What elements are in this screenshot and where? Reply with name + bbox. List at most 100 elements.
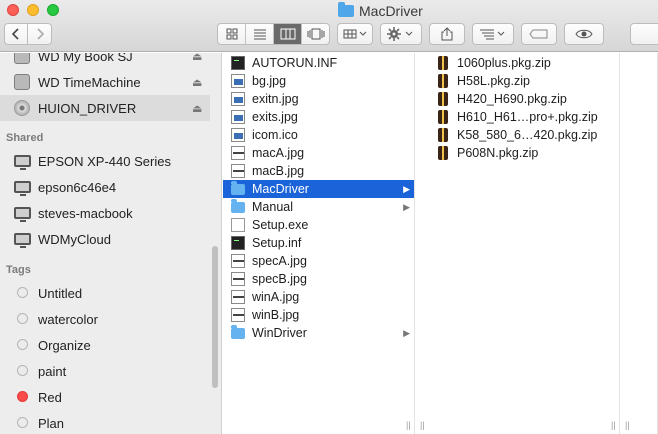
eject-icon[interactable]: ⏏ — [192, 102, 202, 115]
zip-archive-icon — [438, 110, 448, 124]
sidebar-item-wd-my-book[interactable]: WD My Book SJ ⏏ — [0, 53, 210, 69]
edit-tags-button[interactable] — [521, 23, 557, 45]
icon-grid-icon — [226, 28, 237, 40]
icon-view-button[interactable] — [218, 24, 246, 44]
column-view-button[interactable] — [274, 24, 302, 44]
view-mode-selector[interactable] — [217, 23, 330, 45]
sidebar-item-epson-xp440[interactable]: EPSON XP-440 Series — [0, 148, 210, 174]
close-window-button[interactable] — [7, 4, 19, 16]
sidebar-section-shared: Shared — [6, 132, 44, 144]
column-resize-handle[interactable]: || — [611, 420, 616, 430]
folder-name: MacDriver — [252, 182, 309, 196]
file-row[interactable]: specB.jpg — [223, 270, 414, 288]
zip-archive-icon — [438, 146, 448, 160]
sidebar-item-label: WDMyCloud — [38, 231, 111, 247]
sidebar-tag-plan[interactable]: Plan — [0, 410, 210, 434]
zip-archive-icon — [438, 74, 448, 88]
arrange-button[interactable] — [472, 23, 514, 45]
column-resize-handle[interactable]: || — [625, 420, 630, 430]
sidebar-tag-untitled[interactable]: Untitled — [0, 280, 210, 306]
folder-row-windriver[interactable]: WinDriver ▶ — [223, 324, 414, 342]
eject-icon[interactable]: ⏏ — [192, 76, 202, 89]
monitor-icon — [14, 155, 31, 170]
file-row[interactable]: macA.jpg — [223, 144, 414, 162]
monitor-icon — [14, 181, 31, 196]
file-name: K58_580_6…420.pkg.zip — [457, 128, 598, 142]
file-name: winB.jpg — [252, 308, 300, 322]
optical-disk-icon — [14, 100, 30, 116]
file-name: macA.jpg — [252, 146, 305, 160]
file-row[interactable]: Setup.exe — [223, 216, 414, 234]
sidebar-item-wdmycloud[interactable]: WDMyCloud — [0, 226, 210, 252]
sidebar-item-wd-timemachine[interactable]: WD TimeMachine ⏏ — [0, 69, 210, 95]
folder-row-macdriver[interactable]: MacDriver ▶ — [223, 180, 414, 198]
file-row[interactable]: K58_580_6…420.pkg.zip — [416, 126, 619, 144]
file-name: Setup.exe — [252, 218, 309, 232]
file-row[interactable]: H610_H61…pro+.pkg.zip — [416, 108, 619, 126]
share-button[interactable] — [429, 23, 465, 45]
file-row[interactable]: icom.ico — [223, 126, 414, 144]
cover-flow-view-button[interactable] — [302, 24, 329, 44]
minimize-window-button[interactable] — [27, 4, 39, 16]
file-row[interactable]: specA.jpg — [223, 252, 414, 270]
file-name: specB.jpg — [252, 272, 307, 286]
monitor-icon — [14, 207, 31, 222]
folder-icon — [231, 181, 245, 195]
sidebar-item-label: WD My Book SJ — [38, 53, 133, 64]
file-row[interactable]: P608N.pkg.zip — [416, 144, 619, 162]
file-row[interactable]: winB.jpg — [223, 306, 414, 324]
file-row[interactable]: macB.jpg — [223, 162, 414, 180]
eject-icon[interactable]: ⏏ — [192, 53, 202, 63]
sidebar-item-huion-driver[interactable]: HUION_DRIVER ⏏ — [0, 95, 210, 121]
file-row[interactable]: exitn.jpg — [223, 90, 414, 108]
file-row[interactable]: winA.jpg — [223, 288, 414, 306]
file-row[interactable]: bg.jpg — [223, 72, 414, 90]
sidebar: WD My Book SJ ⏏ WD TimeMachine ⏏ HUION_D… — [0, 53, 222, 434]
file-name: H610_H61…pro+.pkg.zip — [457, 110, 598, 124]
chevron-left-icon — [12, 28, 19, 40]
file-row[interactable]: exits.jpg — [223, 108, 414, 126]
forward-button[interactable] — [28, 23, 52, 45]
zip-archive-icon — [438, 128, 448, 142]
file-row[interactable]: Setup.inf — [223, 234, 414, 252]
sidebar-tag-red[interactable]: Red — [0, 384, 210, 410]
folder-row-manual[interactable]: Manual ▶ — [223, 198, 414, 216]
file-row[interactable]: AUTORUN.INF — [223, 54, 414, 72]
tag-icon — [529, 29, 548, 39]
column-resize-handle[interactable]: || — [420, 420, 425, 430]
file-row[interactable]: H58L.pkg.zip — [416, 72, 619, 90]
folder-icon — [231, 325, 245, 339]
group-by-button[interactable] — [337, 23, 373, 45]
tag-color-icon — [17, 339, 28, 350]
sidebar-tag-paint[interactable]: paint — [0, 358, 210, 384]
share-icon — [441, 27, 453, 41]
sidebar-item-label: paint — [38, 363, 67, 379]
file-name: H420_H690.pkg.zip — [457, 92, 567, 106]
sidebar-item-steves-macbook[interactable]: steves-macbook — [0, 200, 210, 226]
cover-flow-icon — [307, 28, 324, 40]
sidebar-item-label: steves-macbook — [38, 205, 133, 221]
column-resize-handle[interactable]: || — [406, 420, 411, 430]
sidebar-item-epson6c46e4[interactable]: epson6c46e4 — [0, 174, 210, 200]
action-button[interactable] — [380, 23, 422, 45]
image-file-icon — [231, 110, 245, 124]
file-row[interactable]: H420_H690.pkg.zip — [416, 90, 619, 108]
sidebar-item-label: Untitled — [38, 285, 83, 301]
search-field[interactable] — [630, 23, 658, 45]
sidebar-item-label: Organize — [38, 337, 91, 353]
sidebar-tag-watercolor[interactable]: watercolor — [0, 306, 210, 332]
window-title-text: MacDriver — [359, 3, 423, 19]
file-name: exitn.jpg — [252, 92, 299, 106]
image-file-icon — [231, 164, 245, 178]
back-button[interactable] — [4, 23, 28, 45]
sidebar-tag-organize[interactable]: Organize — [0, 332, 210, 358]
quick-look-button[interactable] — [564, 23, 604, 45]
sidebar-item-label: WD TimeMachine — [38, 74, 141, 90]
columns-icon — [280, 28, 295, 40]
sidebar-scrollbar[interactable] — [212, 246, 218, 388]
folder-name: Manual — [252, 200, 293, 214]
file-row[interactable]: 1060plus.pkg.zip — [416, 54, 619, 72]
list-view-button[interactable] — [246, 24, 274, 44]
disclosure-arrow-icon: ▶ — [403, 183, 410, 194]
zoom-window-button[interactable] — [47, 4, 59, 16]
